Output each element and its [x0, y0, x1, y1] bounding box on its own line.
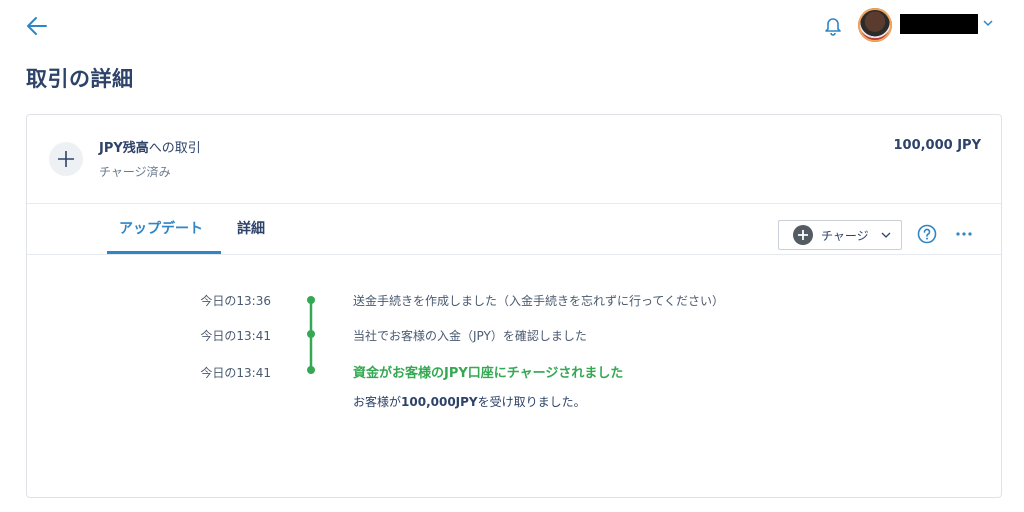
transaction-summary: JPY残高への取引 チャージ済み 100,000 JPY	[27, 115, 1001, 204]
timeline-event: 当社でお客様の入金（JPY）を確認しました	[353, 329, 587, 343]
page-title: 取引の詳細	[26, 67, 134, 91]
timeline-time: 今日の13:41	[200, 329, 271, 343]
avatar[interactable]	[858, 8, 892, 42]
timeline-event-highlight: 資金がお客様のJPY口座にチャージされました	[353, 366, 624, 381]
help-icon[interactable]	[917, 224, 937, 244]
timeline-time: 今日の13:36	[200, 294, 271, 308]
active-tab-indicator	[107, 251, 221, 254]
transaction-status: チャージ済み	[99, 165, 171, 179]
charge-button-label: チャージ	[821, 229, 869, 243]
charge-button[interactable]: チャージ	[778, 220, 902, 250]
plus-icon	[793, 225, 813, 245]
chevron-down-icon[interactable]	[982, 17, 994, 29]
timeline-line	[307, 296, 315, 374]
transaction-amount: 100,000 JPY	[893, 138, 981, 153]
bell-icon[interactable]	[822, 14, 844, 36]
transaction-title: JPY残高への取引	[99, 141, 201, 156]
tabs: アップデート 詳細 チャージ	[27, 204, 1001, 255]
plus-icon	[49, 142, 83, 176]
chevron-down-icon	[881, 232, 891, 238]
transaction-card: JPY残高への取引 チャージ済み 100,000 JPY アップデート 詳細 チ…	[26, 114, 1002, 498]
more-icon[interactable]	[955, 226, 973, 242]
timeline-event: 送金手続きを作成しました（入金手続きを忘れずに行ってください）	[353, 294, 725, 308]
back-arrow-icon[interactable]	[24, 14, 50, 38]
tab-updates[interactable]: アップデート	[119, 218, 203, 238]
username-redacted[interactable]	[900, 14, 978, 34]
timeline-event-detail: お客様が100,000JPYを受け取りました。	[353, 395, 586, 409]
timeline-time: 今日の13:41	[200, 366, 271, 380]
tab-details[interactable]: 詳細	[237, 218, 265, 238]
